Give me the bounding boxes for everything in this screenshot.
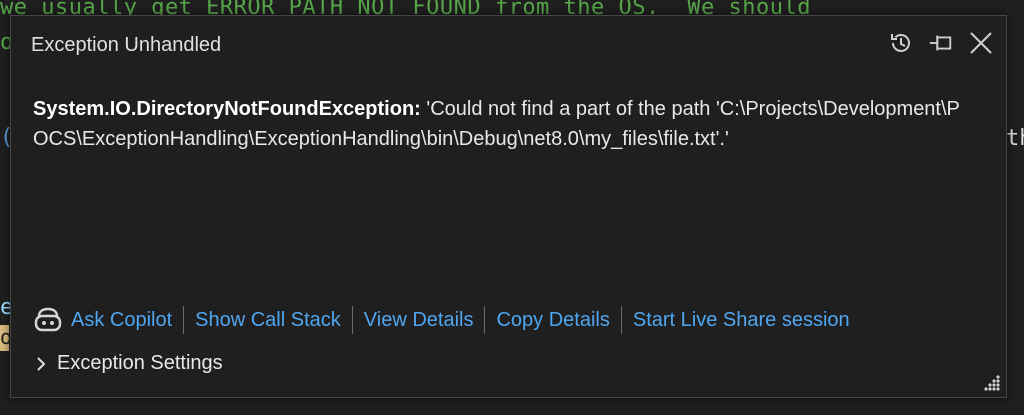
history-icon[interactable] bbox=[888, 30, 914, 56]
close-icon[interactable] bbox=[968, 30, 994, 56]
copilot-icon[interactable] bbox=[33, 306, 63, 334]
resize-grip-icon[interactable] bbox=[981, 372, 1001, 392]
code-fragment-highlighted: o bbox=[0, 325, 13, 351]
show-call-stack-link[interactable]: Show Call Stack bbox=[195, 309, 341, 332]
divider bbox=[183, 306, 185, 334]
divider bbox=[484, 306, 486, 334]
exception-popup: Exception Unhandled System.IO.DirectoryN… bbox=[10, 15, 1007, 398]
pin-icon[interactable] bbox=[928, 30, 954, 56]
copy-details-link[interactable]: Copy Details bbox=[496, 309, 609, 332]
action-links: Ask Copilot Show Call Stack View Details… bbox=[33, 306, 850, 334]
ask-copilot-link[interactable]: Ask Copilot bbox=[71, 309, 172, 332]
code-fragment: th bbox=[1006, 126, 1024, 151]
divider bbox=[351, 306, 353, 334]
divider bbox=[620, 306, 622, 334]
start-live-share-link[interactable]: Start Live Share session bbox=[633, 309, 850, 332]
popup-title: Exception Unhandled bbox=[31, 34, 222, 56]
exception-type: System.IO.DirectoryNotFoundException: bbox=[33, 98, 421, 120]
exception-message: System.IO.DirectoryNotFoundException: 'C… bbox=[33, 94, 973, 154]
exception-settings-toggle[interactable]: Exception Settings bbox=[35, 352, 223, 375]
exception-settings-label: Exception Settings bbox=[57, 352, 223, 374]
view-details-link[interactable]: View Details bbox=[364, 309, 474, 332]
chevron-right-icon bbox=[37, 356, 46, 371]
title-toolbar bbox=[888, 30, 994, 56]
